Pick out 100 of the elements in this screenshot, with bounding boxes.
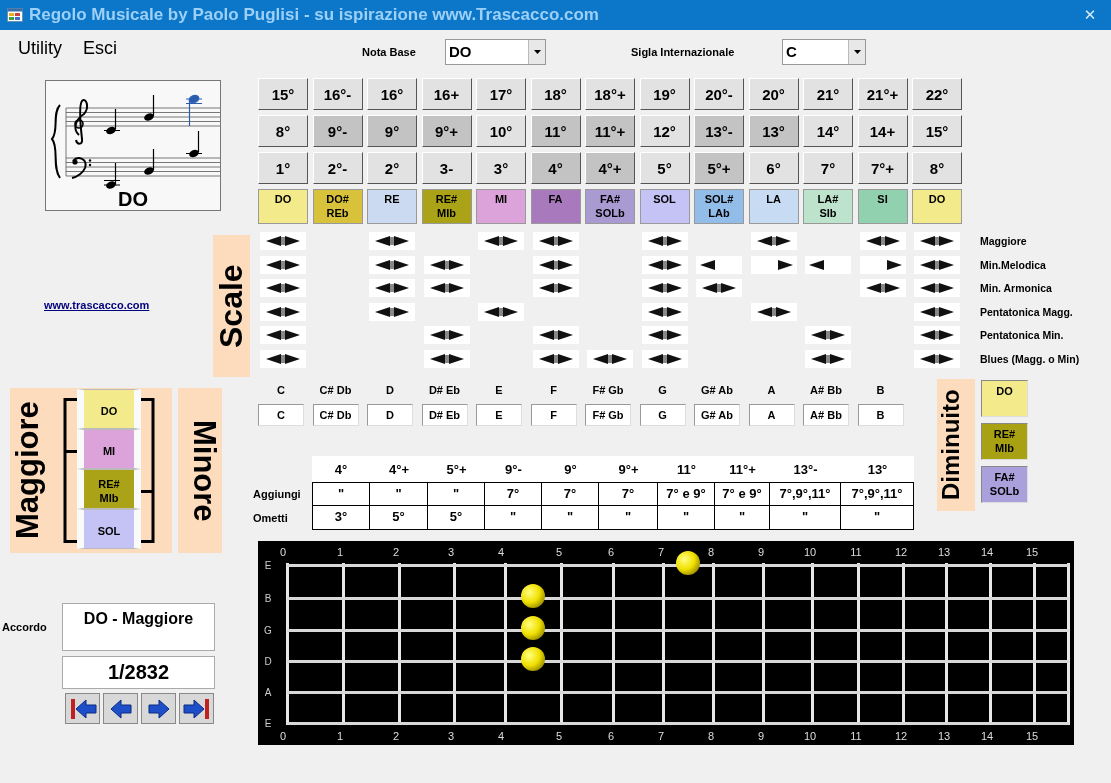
note-button[interactable]: FA# SOLb <box>981 466 1028 503</box>
note-name-field[interactable]: A# Bb <box>803 404 849 426</box>
table-cell: " <box>658 506 715 530</box>
interval-button[interactable]: 3° <box>476 152 526 184</box>
note-button[interactable]: RE# MIb <box>77 469 141 509</box>
previous-button[interactable] <box>103 693 138 724</box>
fret-number: 9 <box>757 546 765 558</box>
interval-button[interactable]: 15° <box>258 78 308 110</box>
note-button[interactable]: RE <box>367 189 417 224</box>
interval-button[interactable]: 16° <box>367 78 417 110</box>
note-name-field[interactable]: A <box>748 404 795 426</box>
note-name-field[interactable]: F <box>530 404 577 426</box>
note-button[interactable]: DO <box>258 189 308 224</box>
interval-button[interactable]: 9° <box>367 115 417 147</box>
interval-button[interactable]: 8° <box>912 152 962 184</box>
base-note-dropdown[interactable]: DO <box>445 38 546 65</box>
interval-button[interactable]: 8° <box>258 115 308 147</box>
note-button[interactable]: MI <box>77 429 141 469</box>
scale-name: Pentatonica Min. <box>980 328 1065 343</box>
fret-number: 0 <box>279 546 287 558</box>
scales-label: Scale <box>213 235 250 377</box>
interval-button[interactable]: 9°- <box>312 115 363 147</box>
double-arrow-icon <box>266 353 300 364</box>
interval-button[interactable]: 1° <box>258 152 308 184</box>
interval-button[interactable]: 6° <box>748 152 799 184</box>
interval-button[interactable]: 9°+ <box>421 115 472 147</box>
interval-button[interactable]: 2° <box>367 152 417 184</box>
interval-button[interactable]: 5° <box>639 152 690 184</box>
note-button[interactable]: FA <box>530 189 581 224</box>
nota-base-label: Nota Base <box>362 45 417 58</box>
interval-button[interactable]: 4°+ <box>585 152 635 184</box>
note-button[interactable]: DO <box>77 389 141 429</box>
note-button[interactable]: MI <box>476 189 526 224</box>
interval-button[interactable]: 10° <box>476 115 526 147</box>
interval-button[interactable]: 3- <box>421 152 472 184</box>
first-button[interactable] <box>65 693 100 724</box>
double-arrow-icon <box>429 330 464 340</box>
interval-button[interactable]: 16+ <box>421 78 472 110</box>
interval-button[interactable]: 2°- <box>312 152 363 184</box>
fret-number: 6 <box>607 546 615 558</box>
next-button[interactable] <box>141 693 176 724</box>
menu-item[interactable]: Utility <box>18 38 62 60</box>
interval-button[interactable]: 19° <box>639 78 690 110</box>
interval-button[interactable]: 4° <box>530 152 581 184</box>
chord-name-field[interactable]: DO - Maggiore <box>62 603 215 651</box>
note-button[interactable]: SOL# LAb <box>694 189 744 224</box>
interval-button[interactable]: 13°- <box>694 115 744 147</box>
interval-button[interactable]: 7° <box>803 152 853 184</box>
double-arrow-icon <box>266 236 300 246</box>
menu-item[interactable]: Esci <box>83 38 117 60</box>
note-name-field[interactable]: D <box>367 404 413 426</box>
interval-button[interactable]: 11° <box>530 115 581 147</box>
note-name-field[interactable]: B <box>857 404 904 426</box>
note-button[interactable]: LA# SIb <box>803 189 853 224</box>
note-name-field[interactable]: G <box>639 404 686 426</box>
note-button[interactable]: RE# MIb <box>981 423 1028 460</box>
notation-dropdown[interactable]: C <box>782 38 866 65</box>
interval-button[interactable]: 18° <box>530 78 581 110</box>
note-name-field[interactable]: C# Db <box>312 404 359 426</box>
interval-button[interactable]: 18°+ <box>585 78 635 110</box>
interval-button[interactable]: 14+ <box>857 115 908 147</box>
interval-button[interactable]: 20°- <box>694 78 744 110</box>
interval-button[interactable]: 22° <box>912 78 962 110</box>
last-button[interactable] <box>179 693 214 724</box>
double-arrow-icon <box>920 306 954 317</box>
interval-button[interactable]: 13° <box>748 115 799 147</box>
note-name-field[interactable]: D# Eb <box>421 404 468 426</box>
note-button[interactable]: DO <box>912 189 962 224</box>
double-arrow-icon <box>538 283 573 293</box>
note-name-field[interactable]: F# Gb <box>585 404 631 426</box>
column-header: 13°- <box>770 456 841 482</box>
close-button[interactable]: ✕ <box>1073 2 1107 28</box>
double-arrow-icon <box>865 236 900 246</box>
note-button[interactable]: SI <box>857 189 908 224</box>
note-button[interactable]: SOL <box>639 189 690 224</box>
note-name-field[interactable]: G# Ab <box>694 404 740 426</box>
note-button[interactable]: DO# REb <box>312 189 363 224</box>
note-name-field[interactable]: E <box>476 404 522 426</box>
interval-button[interactable]: 21° <box>803 78 853 110</box>
double-arrow-icon <box>375 259 409 270</box>
fret-number: 13 <box>937 546 951 558</box>
interval-button[interactable]: 16°- <box>312 78 363 110</box>
note-button[interactable]: SOL <box>77 509 141 549</box>
interval-button[interactable]: 7°+ <box>857 152 908 184</box>
interval-button[interactable]: 12° <box>639 115 690 147</box>
note-button[interactable]: LA <box>748 189 799 224</box>
interval-button[interactable]: 20° <box>748 78 799 110</box>
interval-button[interactable]: 17° <box>476 78 526 110</box>
note-name-field[interactable]: C <box>258 404 304 426</box>
note-button[interactable]: FA# SOLb <box>585 189 635 224</box>
interval-button[interactable]: 11°+ <box>585 115 635 147</box>
interval-button[interactable]: 15° <box>912 115 962 147</box>
note-button[interactable]: DO <box>981 380 1028 417</box>
interval-button[interactable]: 21°+ <box>857 78 908 110</box>
double-arrow-icon <box>920 236 954 246</box>
interval-button[interactable]: 5°+ <box>694 152 744 184</box>
table-cell: " <box>770 506 841 530</box>
website-link[interactable]: www.trascacco.com <box>44 299 150 311</box>
note-button[interactable]: RE# MIb <box>421 189 472 224</box>
interval-button[interactable]: 14° <box>803 115 853 147</box>
